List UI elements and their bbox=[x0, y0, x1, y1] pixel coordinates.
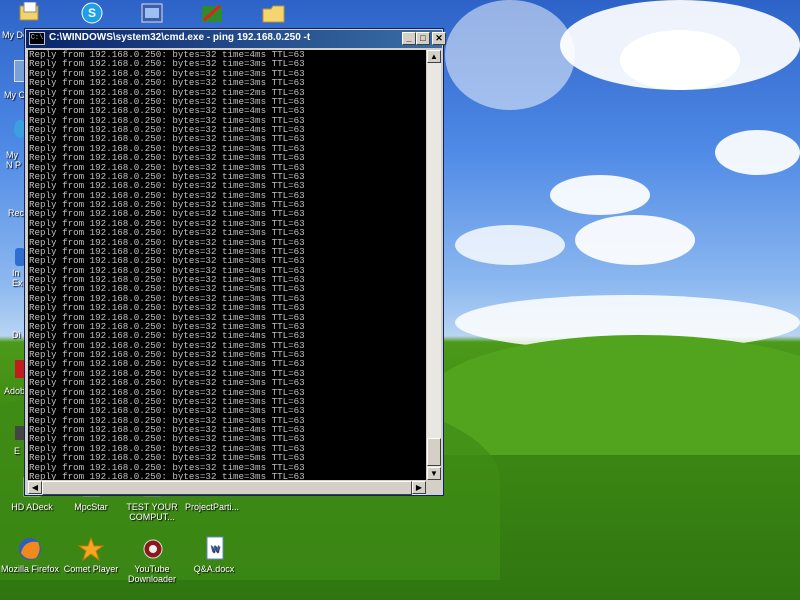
desktop-icon-comet-player[interactable]: Comet Player bbox=[59, 536, 123, 574]
vertical-scrollbar[interactable]: ▲ ▼ bbox=[427, 50, 441, 480]
maximize-button[interactable]: □ bbox=[416, 32, 430, 45]
firefox-icon bbox=[16, 536, 44, 562]
app-window-icon bbox=[141, 3, 163, 23]
scroll-down-button[interactable]: ▼ bbox=[427, 467, 441, 480]
desktop-icon-partial-3[interactable]: My N P bbox=[6, 150, 24, 170]
desktop-icon-label: TEST YOUR COMPUT... bbox=[126, 502, 178, 522]
utility-icon bbox=[202, 4, 222, 22]
scroll-thumb[interactable] bbox=[427, 438, 441, 466]
scrollbar-corner bbox=[427, 481, 441, 495]
desktop-icon-label: HD ADeck bbox=[11, 502, 53, 512]
documents-icon bbox=[19, 1, 39, 21]
desktop-icon-documents[interactable] bbox=[18, 1, 42, 22]
scroll-left-button[interactable]: ◀ bbox=[28, 481, 42, 494]
desktop-icon-folder[interactable] bbox=[262, 4, 286, 24]
desktop-icon-label: YouTube Downloader bbox=[127, 564, 177, 584]
desktop-icon-partial-6[interactable]: Di bbox=[12, 330, 21, 340]
desktop-icon-label: Mozilla Firefox bbox=[0, 564, 59, 574]
arrow-left-icon: ◀ bbox=[31, 483, 39, 492]
folder-icon bbox=[262, 5, 285, 23]
scroll-right-button[interactable]: ▶ bbox=[412, 481, 426, 494]
desktop-icon-skype[interactable]: S bbox=[80, 2, 104, 24]
youtube-downloader-icon bbox=[138, 536, 166, 562]
desktop-icon-label: ProjectParti... bbox=[184, 502, 240, 512]
arrow-down-icon: ▼ bbox=[430, 469, 438, 478]
console-line: Reply from 192.168.0.250: bytes=32 time=… bbox=[29, 470, 305, 480]
scroll-up-button[interactable]: ▲ bbox=[427, 50, 441, 63]
svg-text:S: S bbox=[88, 6, 96, 20]
desktop-icon-youtube-downloader[interactable]: YouTube Downloader bbox=[120, 536, 184, 584]
cmd-window[interactable]: C:\ C:\WINDOWS\system32\cmd.exe - ping 1… bbox=[24, 28, 446, 496]
close-button[interactable]: ✕ bbox=[432, 32, 446, 45]
console-output[interactable]: Reply from 192.168.0.250: bytes=32 time=… bbox=[28, 50, 426, 480]
desktop-icon-partial-4[interactable]: Rec bbox=[8, 208, 24, 218]
desktop-icon-utility[interactable] bbox=[200, 2, 224, 24]
desktop-icon-label: Comet Player bbox=[63, 564, 119, 574]
word-document-icon: W bbox=[200, 536, 228, 562]
cmd-icon[interactable]: C:\ bbox=[29, 32, 45, 45]
minimize-button[interactable]: _ bbox=[402, 32, 416, 45]
desktop-icon-qa-docx[interactable]: W Q&A.docx bbox=[182, 536, 246, 574]
window-title: C:\WINDOWS\system32\cmd.exe - ping 192.1… bbox=[49, 32, 311, 43]
desktop-icon-app[interactable] bbox=[140, 2, 164, 24]
horizontal-scroll-thumb[interactable] bbox=[42, 481, 412, 495]
comet-player-icon bbox=[77, 536, 105, 562]
desktop-icon-mozilla-firefox[interactable]: Mozilla Firefox bbox=[0, 536, 62, 574]
desktop-icon-partial-7[interactable]: Adob bbox=[4, 386, 25, 396]
arrow-up-icon: ▲ bbox=[430, 52, 438, 61]
horizontal-scrollbar[interactable]: ◀ ▶ bbox=[28, 481, 426, 495]
desktop-icon-partial-2[interactable]: My C bbox=[4, 90, 25, 100]
desktop-icon-label: Q&A.docx bbox=[193, 564, 235, 574]
svg-text:W: W bbox=[211, 544, 220, 554]
skype-icon: S bbox=[81, 2, 103, 24]
arrow-right-icon: ▶ bbox=[415, 483, 423, 492]
desktop-icon-partial-8[interactable]: E bbox=[14, 446, 20, 456]
title-bar[interactable]: C:\ C:\WINDOWS\system32\cmd.exe - ping 1… bbox=[26, 30, 446, 48]
desktop-icon-label: MpcStar bbox=[74, 502, 108, 512]
